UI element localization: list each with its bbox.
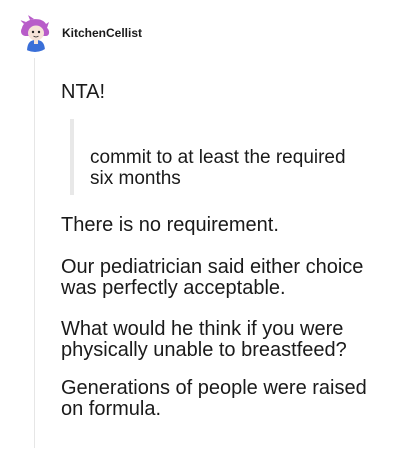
username[interactable]: KitchenCellist <box>62 26 142 40</box>
cartoon-character-avatar-icon <box>16 14 54 52</box>
paragraph: There is no requirement. <box>61 214 279 236</box>
quote-bar <box>70 119 74 195</box>
thread-line <box>34 58 35 448</box>
paragraph: Generations of people were raised on for… <box>61 377 367 420</box>
paragraph: What would he think if you were physical… <box>61 318 347 361</box>
post-card: KitchenCellist NTA! commit to at least t… <box>0 0 400 464</box>
paragraph: Our pediatrician said either choice was … <box>61 256 364 299</box>
avatar[interactable] <box>16 14 54 52</box>
post-header: KitchenCellist <box>16 14 142 52</box>
quote-text: commit to at least the required six mont… <box>90 147 346 189</box>
opening-text: NTA! <box>61 81 106 103</box>
